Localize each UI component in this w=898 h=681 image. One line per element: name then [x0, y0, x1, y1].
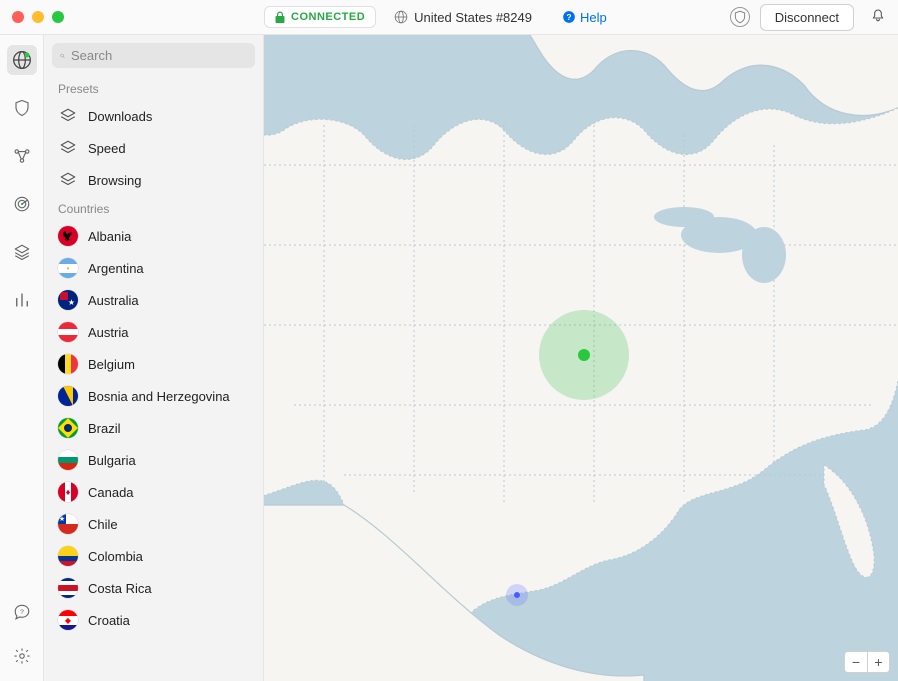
- window-controls[interactable]: [12, 11, 64, 23]
- svg-text:?: ?: [20, 609, 24, 616]
- lock-icon: [275, 11, 285, 23]
- flag-icon: 🦅: [58, 226, 78, 246]
- flag-icon: ◆: [58, 610, 78, 630]
- notifications-button[interactable]: [870, 8, 886, 27]
- nav-statistics[interactable]: [7, 285, 37, 315]
- zoom-out-button[interactable]: −: [845, 652, 867, 672]
- country-label: Brazil: [88, 421, 121, 436]
- country-label: Costa Rica: [88, 581, 152, 596]
- globe-icon: [394, 10, 408, 24]
- country-item[interactable]: • Argentina: [48, 252, 259, 284]
- disconnect-button[interactable]: Disconnect: [760, 4, 854, 31]
- country-item[interactable]: 🦅 Albania: [48, 220, 259, 252]
- flag-icon: ★: [58, 514, 78, 534]
- nav-servers[interactable]: [7, 45, 37, 75]
- nav-meshnet[interactable]: [7, 141, 37, 171]
- flag-icon: [58, 354, 78, 374]
- country-item[interactable]: Costa Rica: [48, 572, 259, 604]
- country-item[interactable]: Bosnia and Herzegovina: [48, 380, 259, 412]
- chat-icon: ?: [13, 603, 31, 621]
- country-label: Belgium: [88, 357, 135, 372]
- nav-threat-protection[interactable]: [7, 93, 37, 123]
- country-label: Austria: [88, 325, 128, 340]
- server-indicator[interactable]: United States #8249: [384, 6, 542, 29]
- country-label: Canada: [88, 485, 134, 500]
- country-label: Albania: [88, 229, 131, 244]
- shield-icon: [13, 99, 31, 117]
- country-item[interactable]: Austria: [48, 316, 259, 348]
- gear-icon: [13, 647, 31, 665]
- country-item[interactable]: Belgium: [48, 348, 259, 380]
- globe-icon: [12, 50, 32, 70]
- flag-icon: [58, 578, 78, 598]
- country-label: Bosnia and Herzegovina: [88, 389, 230, 404]
- layers-icon: [58, 138, 78, 158]
- nav-settings[interactable]: [7, 641, 37, 671]
- preset-item[interactable]: Browsing: [48, 164, 259, 196]
- country-item[interactable]: ★ Australia: [48, 284, 259, 316]
- zoom-in-button[interactable]: +: [867, 652, 889, 672]
- zoom-controls: − +: [844, 651, 890, 673]
- country-label: Colombia: [88, 549, 143, 564]
- connection-status-text: CONNECTED: [291, 11, 365, 23]
- country-item[interactable]: ♦ Canada: [48, 476, 259, 508]
- presets-label: Presets: [48, 76, 259, 100]
- map[interactable]: − +: [264, 35, 898, 681]
- flag-icon: ♦: [58, 482, 78, 502]
- search-icon: [60, 49, 65, 63]
- bell-icon: [870, 8, 886, 24]
- help-label: Help: [580, 10, 607, 25]
- stats-icon: [13, 291, 31, 309]
- network-icon: [13, 147, 31, 165]
- search-input[interactable]: [71, 48, 247, 63]
- flag-icon: [58, 322, 78, 342]
- country-item[interactable]: ◆ Croatia: [48, 604, 259, 636]
- flag-icon: [58, 418, 78, 438]
- threat-protection-icon[interactable]: [730, 7, 750, 27]
- preset-label: Downloads: [88, 109, 152, 124]
- country-item[interactable]: Bulgaria: [48, 444, 259, 476]
- flag-icon: [58, 450, 78, 470]
- connected-server-marker[interactable]: [578, 349, 590, 361]
- country-label: Argentina: [88, 261, 144, 276]
- layers-icon: [13, 243, 31, 261]
- svg-text:?: ?: [566, 13, 571, 22]
- connection-status-chip: CONNECTED: [264, 6, 376, 28]
- country-label: Croatia: [88, 613, 130, 628]
- country-label: Chile: [88, 517, 118, 532]
- country-item[interactable]: Colombia: [48, 540, 259, 572]
- country-item[interactable]: ★ Chile: [48, 508, 259, 540]
- nav-support[interactable]: ?: [7, 597, 37, 627]
- layers-icon: [58, 170, 78, 190]
- radar-icon: [13, 195, 31, 213]
- flag-icon: ★: [58, 290, 78, 310]
- countries-label: Countries: [48, 196, 259, 220]
- preset-label: Speed: [88, 141, 126, 156]
- search-box[interactable]: [52, 43, 255, 68]
- minimize-window-icon[interactable]: [32, 11, 44, 23]
- country-label: Australia: [88, 293, 139, 308]
- flag-icon: •: [58, 258, 78, 278]
- user-location-marker: [514, 592, 520, 598]
- help-icon: ?: [562, 10, 576, 24]
- help-link[interactable]: ? Help: [562, 10, 607, 25]
- nav-dark-web-monitor[interactable]: [7, 189, 37, 219]
- close-window-icon[interactable]: [12, 11, 24, 23]
- preset-label: Browsing: [88, 173, 141, 188]
- server-name: United States #8249: [414, 10, 532, 25]
- layers-icon: [58, 106, 78, 126]
- preset-item[interactable]: Downloads: [48, 100, 259, 132]
- preset-item[interactable]: Speed: [48, 132, 259, 164]
- country-item[interactable]: Brazil: [48, 412, 259, 444]
- flag-icon: [58, 386, 78, 406]
- nav-presets[interactable]: [7, 237, 37, 267]
- fullscreen-window-icon[interactable]: [52, 11, 64, 23]
- country-label: Bulgaria: [88, 453, 136, 468]
- flag-icon: [58, 546, 78, 566]
